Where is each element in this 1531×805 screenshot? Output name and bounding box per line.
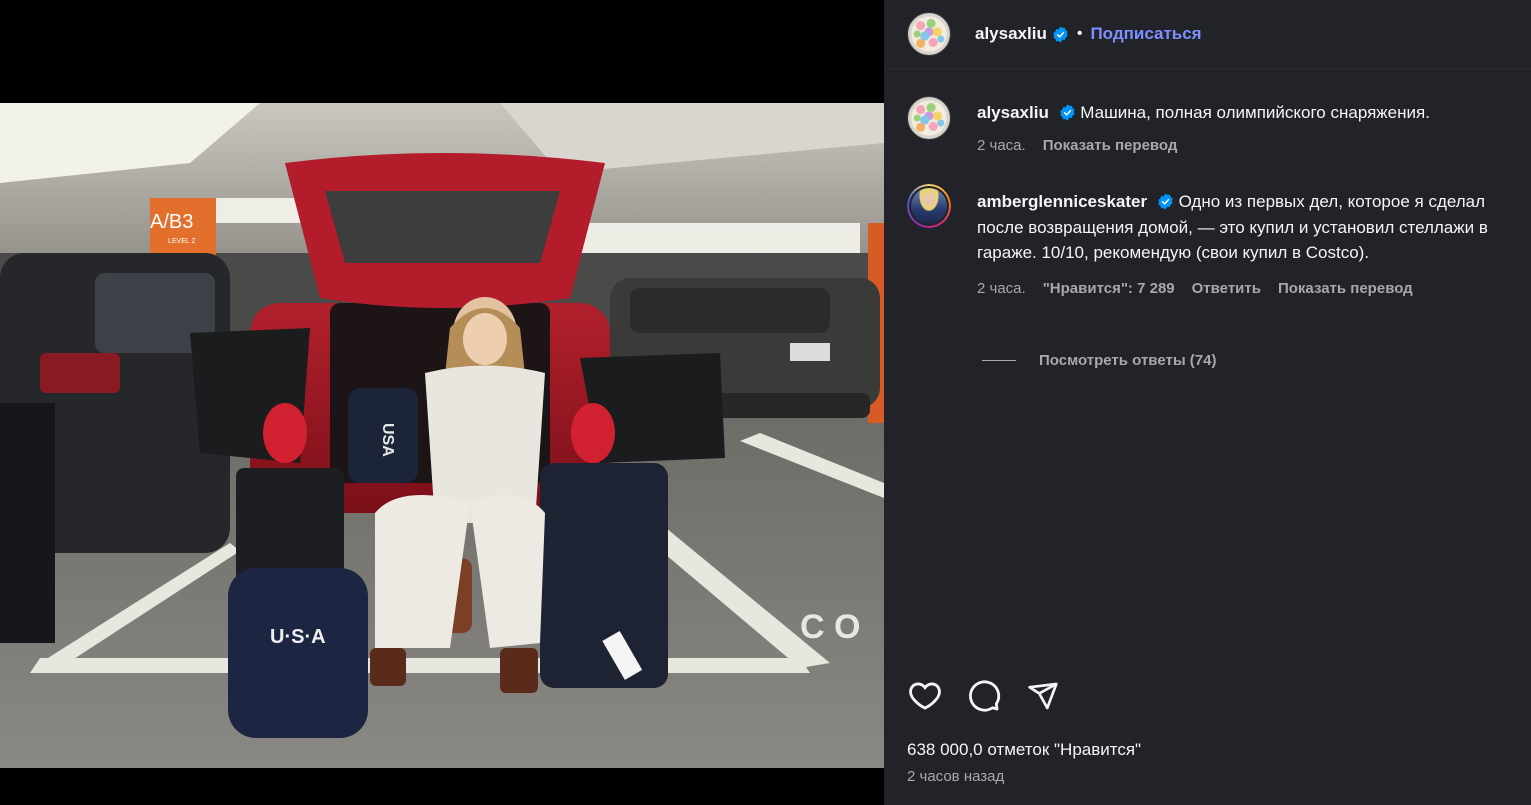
story-ring: [907, 184, 951, 228]
caption-meta: 2 часа. Показать перевод: [977, 133, 1522, 159]
follow-button[interactable]: Подписаться: [1090, 24, 1201, 44]
svg-text:USA: USA: [379, 423, 396, 457]
view-replies-button[interactable]: Посмотреть ответы (74): [982, 352, 1216, 369]
reply-button[interactable]: Ответить: [1192, 276, 1261, 302]
view-replies-label: Посмотреть ответы (74): [1039, 352, 1217, 369]
cereal-avatar-image: [907, 12, 951, 56]
post-photo[interactable]: C O A/B3 LEVEL 2 USA U·S·A: [0, 103, 884, 768]
comment-translate-link[interactable]: Показать перевод: [1278, 276, 1413, 302]
caption-author[interactable]: alysaxliu: [977, 103, 1049, 122]
header-separator: •: [1076, 25, 1083, 42]
pillar-sign: A/B3: [150, 211, 193, 233]
post-media-area: C O A/B3 LEVEL 2 USA U·S·A: [0, 0, 884, 805]
like-button[interactable]: [907, 678, 943, 714]
comment-time[interactable]: 2 часа.: [977, 276, 1026, 302]
header-divider: [884, 68, 1531, 69]
replies-divider-line: [982, 360, 1016, 361]
comment-meta: 2 часа. "Нравится": 7 289 Ответить Показ…: [977, 276, 1522, 302]
comment-likes-link[interactable]: "Нравится": 7 289: [1043, 276, 1175, 302]
verified-badge-icon: [1158, 193, 1173, 210]
send-icon: [1028, 682, 1058, 710]
commenter-avatar[interactable]: [907, 184, 951, 228]
post-header: alysaxliu • Подписаться: [884, 0, 1531, 68]
caption-time[interactable]: 2 часа.: [977, 133, 1026, 159]
instagram-post-viewer: C O A/B3 LEVEL 2 USA U·S·A alysaxliu • П…: [0, 0, 1531, 805]
cereal-avatar-image: [907, 96, 951, 140]
comment-body: amberglenniceskater Одно из первых дел, …: [977, 189, 1522, 301]
caption-avatar[interactable]: [907, 96, 951, 140]
posted-time[interactable]: 2 часов назад: [907, 768, 1004, 785]
author-avatar[interactable]: [907, 12, 951, 56]
heart-icon: [909, 682, 941, 710]
verified-badge-icon: [1059, 104, 1075, 121]
verified-badge-icon: [1053, 25, 1068, 43]
caption-text: Машина, полная олимпийского снаряжения.: [1080, 103, 1430, 122]
pillar-level: LEVEL 2: [168, 238, 195, 245]
parking-garage-photo: C O A/B3 LEVEL 2 USA U·S·A: [0, 103, 884, 768]
floor-marking: C O: [800, 608, 860, 646]
comment-icon: [969, 680, 1001, 712]
likes-count[interactable]: 638 000,0 отметок "Нравится": [907, 740, 1141, 760]
post-side-panel: alysaxliu • Подписаться alysaxliu Машина…: [884, 0, 1531, 805]
comment-author[interactable]: amberglenniceskater: [977, 192, 1147, 211]
caption-translate-link[interactable]: Показать перевод: [1043, 133, 1178, 159]
caption-body: alysaxliu Машина, полная олимпийского сн…: [977, 100, 1522, 158]
share-button[interactable]: [1025, 678, 1061, 714]
post-actions: [907, 678, 1061, 714]
comment-button[interactable]: [966, 678, 1002, 714]
author-username[interactable]: alysaxliu: [975, 24, 1047, 44]
commenter-photo: [911, 188, 947, 224]
bag-usa-text: U·S·A: [270, 626, 326, 648]
